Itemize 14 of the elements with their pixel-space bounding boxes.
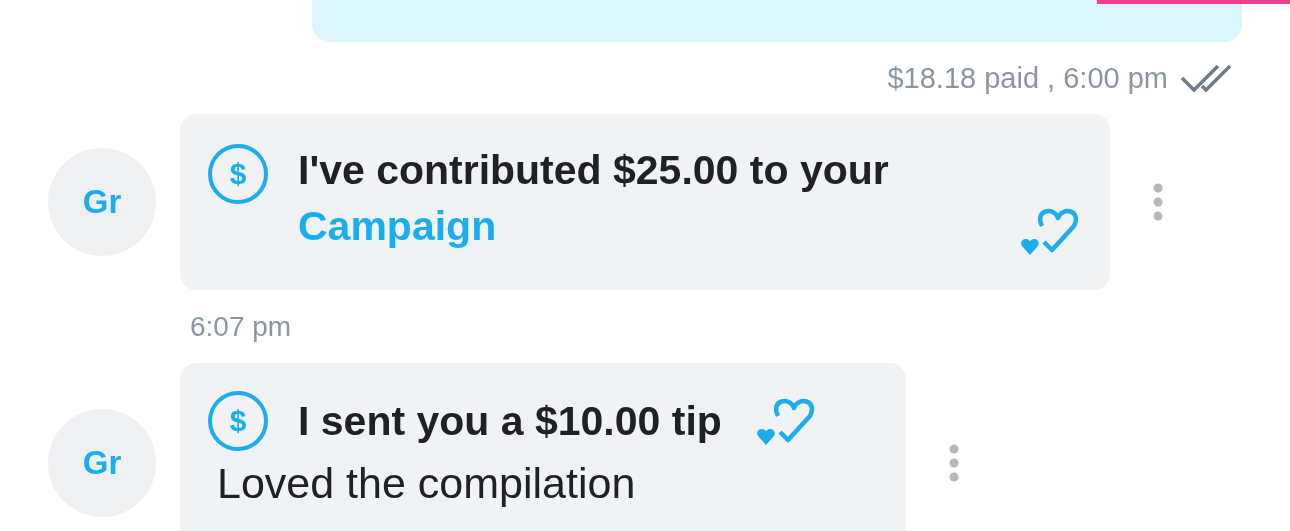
message-time: 6:07 pm <box>189 309 292 344</box>
avatar[interactable]: Gr <box>48 148 156 256</box>
campaign-link[interactable]: Campaign <box>298 196 497 256</box>
dollar-icon: $ <box>208 391 268 451</box>
message-text: I've contributed $25.00 to your <box>298 146 890 195</box>
payment-status: $18.18 paid , 6:00 pm <box>887 61 1168 95</box>
message-text: I sent you a $10.00 tip <box>298 397 722 446</box>
more-options-icon[interactable] <box>1152 182 1164 222</box>
heart-icon[interactable] <box>755 396 816 446</box>
more-options-icon[interactable] <box>948 443 960 483</box>
avatar[interactable]: Gr <box>48 409 156 517</box>
message-text: Loved the compilation <box>216 459 637 508</box>
dollar-icon: $ <box>208 144 268 204</box>
heart-icon[interactable] <box>1020 206 1080 256</box>
